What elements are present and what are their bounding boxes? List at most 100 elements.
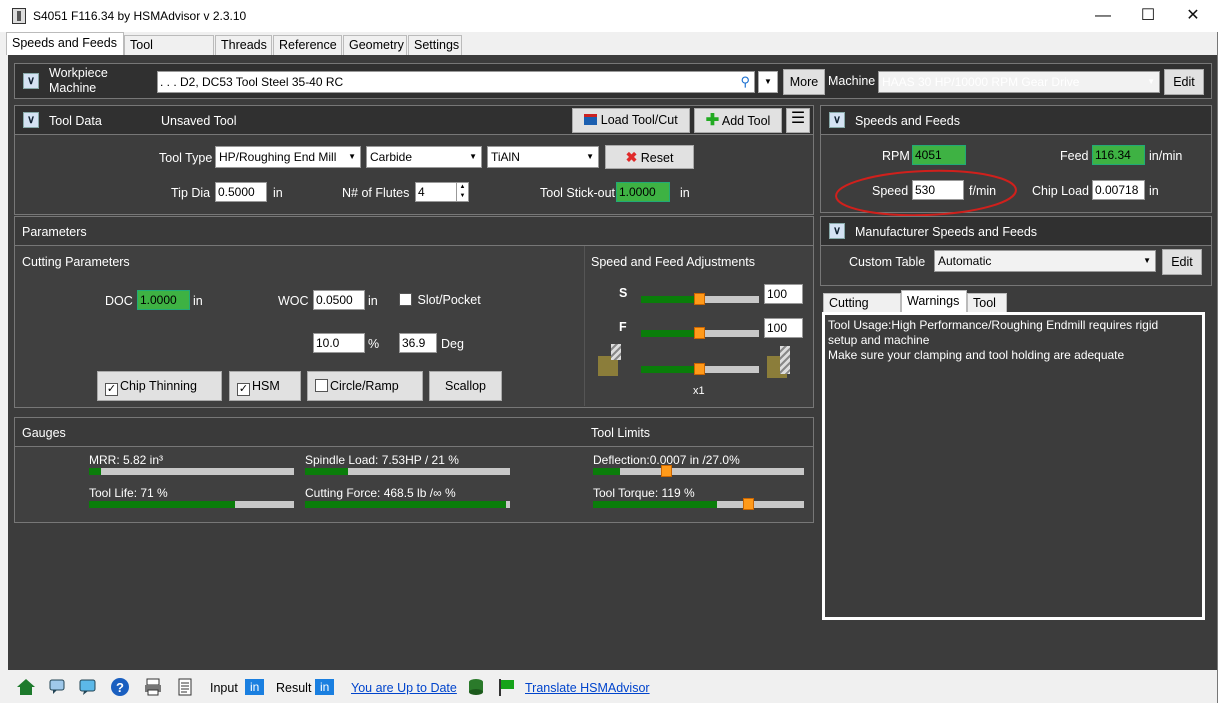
workpiece-material-field[interactable]: . . . D2, DC53 Tool Steel 35-40 RC ⚲ bbox=[157, 71, 755, 93]
input-units-toggle[interactable]: in bbox=[245, 679, 265, 695]
machine-edit-button[interactable]: Edit bbox=[1164, 69, 1204, 95]
chat-icon[interactable] bbox=[78, 677, 98, 697]
stickout-input[interactable]: 1.0000 bbox=[616, 182, 670, 202]
notes-icon[interactable] bbox=[175, 677, 195, 697]
workpiece-dropdown-button[interactable]: ▼ bbox=[758, 71, 778, 93]
speed-slider-handle[interactable] bbox=[694, 293, 705, 305]
cutting-parameters-title: Cutting Parameters bbox=[22, 255, 130, 269]
plus-icon: ✚ bbox=[705, 112, 720, 129]
collapse-workpiece-icon[interactable]: ∨ bbox=[23, 73, 39, 89]
tab-settings[interactable]: Settings bbox=[408, 35, 462, 55]
custom-table-select[interactable]: Automatic ▼ bbox=[934, 250, 1156, 272]
tool-adjust-slider[interactable] bbox=[641, 363, 759, 375]
translate-link[interactable]: Translate HSMAdvisor bbox=[525, 681, 650, 695]
engagement-angle-input[interactable]: 36.9 bbox=[399, 333, 437, 353]
home-icon[interactable] bbox=[16, 677, 36, 697]
tab-tool[interactable]: Tool bbox=[967, 293, 1007, 313]
feed-value: 116.34 bbox=[1092, 145, 1145, 165]
gauges-header: Gauges Tool Limits bbox=[14, 417, 814, 447]
result-units-toggle[interactable]: in bbox=[315, 679, 335, 695]
tool-data-title: Tool Data bbox=[49, 114, 102, 128]
tool-data-header: ∨ Tool Data Unsaved Tool Load Tool/Cut ✚… bbox=[14, 105, 814, 135]
update-status-link[interactable]: You are Up to Date bbox=[351, 681, 457, 695]
machine-label-small: Machine bbox=[49, 81, 97, 95]
tab-threads[interactable]: Threads bbox=[215, 35, 272, 55]
cutting-force-fill bbox=[305, 501, 506, 508]
chip-thinning-toggle[interactable]: ✓ Chip Thinning bbox=[97, 371, 222, 401]
app-window: S4051 F116.34 by HSMAdvisor v 2.3.10 — ☐… bbox=[0, 0, 1220, 703]
tip-dia-input[interactable]: 0.5000 bbox=[215, 182, 267, 202]
check-icon: ✓ bbox=[237, 383, 250, 396]
forum-icon[interactable] bbox=[48, 677, 68, 697]
minimize-button[interactable]: — bbox=[1080, 0, 1126, 32]
custom-table-label: Custom Table bbox=[849, 255, 926, 269]
spindle-load-fill bbox=[305, 468, 349, 475]
slot-pocket-checkbox[interactable]: Slot/Pocket bbox=[399, 293, 481, 307]
database-icon[interactable] bbox=[466, 677, 486, 697]
feed-slider[interactable] bbox=[641, 327, 759, 339]
tip-dia-unit: in bbox=[273, 186, 283, 200]
machine-select[interactable]: HAAS 30 HP/10000 RPM Gear Drive ▼ bbox=[878, 71, 1160, 93]
print-icon[interactable] bbox=[143, 677, 163, 697]
tool-material-select[interactable]: Carbide ▼ bbox=[366, 146, 482, 168]
more-button[interactable]: More bbox=[783, 69, 825, 95]
maximize-button[interactable]: ☐ bbox=[1125, 0, 1171, 32]
tool-type-select[interactable]: HP/Roughing End Mill ▼ bbox=[215, 146, 361, 168]
speed-adj-input[interactable]: 100 bbox=[764, 284, 803, 304]
help-icon[interactable]: ? bbox=[110, 677, 130, 697]
mrr-label: MRR: 5.82 in³ bbox=[89, 453, 164, 467]
tab-geometry[interactable]: Geometry bbox=[343, 35, 407, 55]
load-tool-button[interactable]: Load Tool/Cut bbox=[572, 108, 690, 133]
flag-icon[interactable] bbox=[496, 677, 516, 697]
collapse-manufacturer-icon[interactable]: ∨ bbox=[829, 223, 845, 239]
reset-button[interactable]: ✖ Reset bbox=[605, 145, 694, 169]
warnings-panel: Tool Usage:High Performance/Roughing End… bbox=[822, 312, 1205, 620]
collapse-speeds-icon[interactable]: ∨ bbox=[829, 112, 845, 128]
stepper-arrows-icon[interactable]: ▲ ▼ bbox=[456, 183, 468, 201]
tab-warnings[interactable]: Warnings bbox=[901, 290, 967, 313]
manufacturer-panel: Custom Table Automatic ▼ Edit bbox=[820, 246, 1212, 286]
manufacturer-edit-button[interactable]: Edit bbox=[1162, 249, 1202, 275]
scallop-button[interactable]: Scallop bbox=[429, 371, 502, 401]
close-button[interactable]: ✕ bbox=[1170, 0, 1216, 32]
tool-limits-title: Tool Limits bbox=[591, 426, 651, 440]
title-bar: S4051 F116.34 by HSMAdvisor v 2.3.10 — ☐… bbox=[0, 0, 1220, 32]
stickout-label: Tool Stick-out bbox=[540, 186, 616, 200]
hamburger-menu-icon[interactable]: ☰ bbox=[786, 108, 810, 133]
tab-tool-database[interactable]: Tool Database bbox=[124, 35, 214, 70]
add-tool-button[interactable]: ✚ Add Tool bbox=[694, 108, 782, 133]
tool-life-label: Tool Life: 71 % bbox=[89, 486, 168, 500]
warning-line: Make sure your clamping and tool holding… bbox=[828, 348, 1125, 362]
warning-line: Tool Usage:High Performance/Roughing End… bbox=[828, 318, 1159, 332]
woc-percent-input[interactable]: 10.0 bbox=[313, 333, 365, 353]
percent-unit: % bbox=[368, 337, 380, 351]
custom-table-value: Automatic bbox=[938, 254, 992, 268]
result-units-label: Result bbox=[276, 681, 312, 695]
feed-adj-input[interactable]: 100 bbox=[764, 318, 803, 338]
hsm-toggle[interactable]: ✓ HSM bbox=[229, 371, 301, 401]
tab-cutting-data[interactable]: Cutting Data bbox=[823, 293, 901, 328]
circle-ramp-toggle[interactable]: Circle/Ramp bbox=[307, 371, 423, 401]
speed-annotation-circle bbox=[835, 169, 1017, 217]
tab-reference[interactable]: Reference bbox=[273, 35, 342, 55]
speeds-feeds-title: Speeds and Feeds bbox=[855, 114, 960, 128]
tab-speeds-feeds[interactable]: Speeds and Feeds bbox=[6, 32, 124, 55]
chip-load-value[interactable]: 0.00718 bbox=[1092, 180, 1145, 200]
doc-input[interactable]: 1.0000 bbox=[137, 290, 190, 310]
red-x-icon: ✖ bbox=[625, 149, 638, 165]
tool-adjust-handle[interactable] bbox=[694, 363, 705, 375]
speed-slider[interactable] bbox=[641, 293, 759, 305]
tool-torque-limit-marker bbox=[743, 498, 755, 510]
search-icon[interactable]: ⚲ bbox=[740, 72, 750, 92]
tool-data-panel: Tool Type HP/Roughing End Mill ▼ Carbide ▼… bbox=[14, 135, 814, 215]
flutes-stepper[interactable]: 4 ▲ ▼ bbox=[415, 182, 469, 202]
tool-coating-select[interactable]: TiAlN ▼ bbox=[487, 146, 599, 168]
feed-slider-handle[interactable] bbox=[694, 327, 705, 339]
woc-input[interactable]: 0.0500 bbox=[313, 290, 365, 310]
collapse-tool-data-icon[interactable]: ∨ bbox=[23, 112, 39, 128]
degree-unit: Deg bbox=[441, 337, 464, 351]
warning-line: setup and machine bbox=[828, 333, 930, 347]
parameters-title: Parameters bbox=[22, 225, 87, 239]
adjustments-divider bbox=[584, 246, 585, 406]
rpm-value: 4051 bbox=[912, 145, 966, 165]
